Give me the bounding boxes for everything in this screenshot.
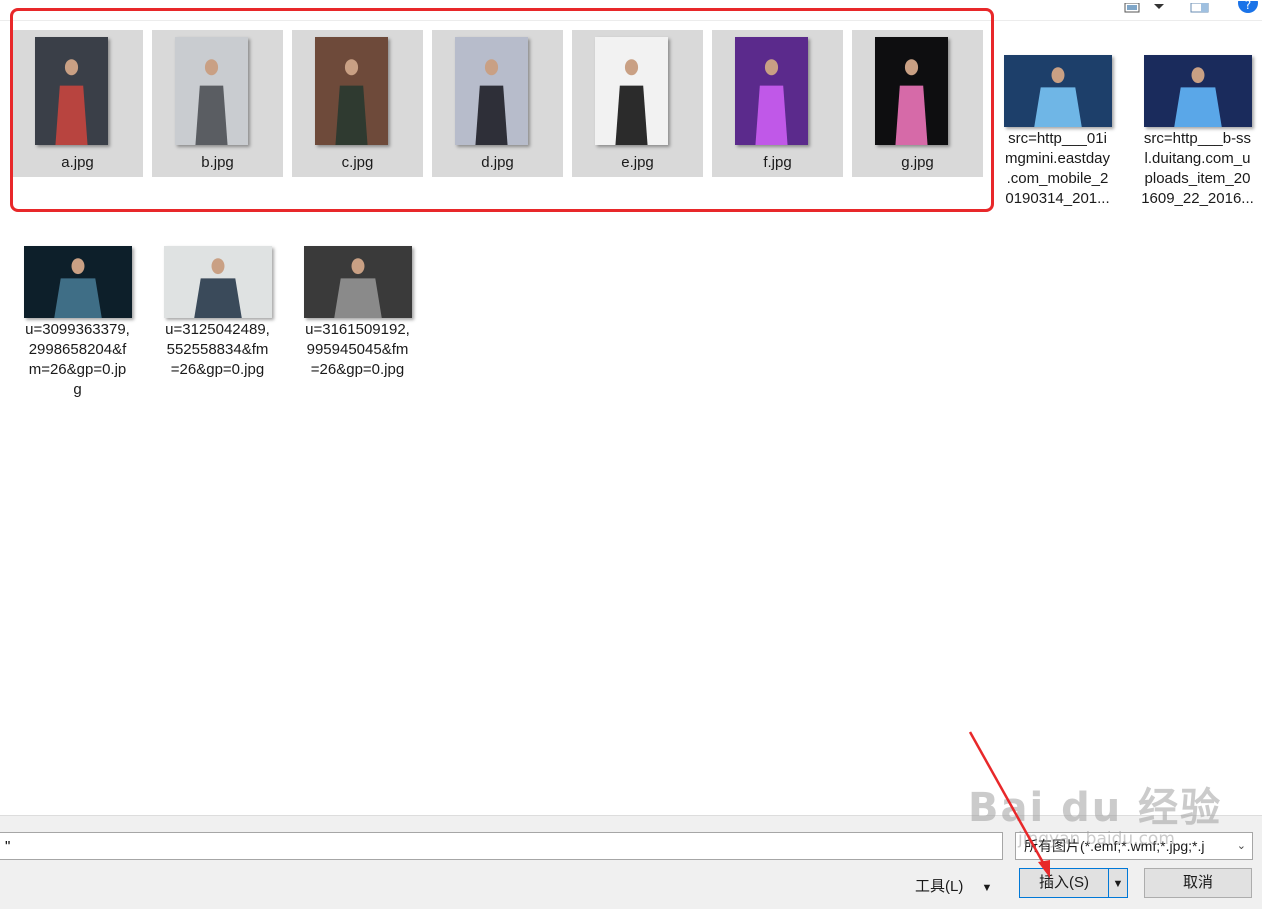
file-item[interactable]: g.jpg	[852, 30, 983, 177]
file-thumbnail	[595, 37, 668, 145]
file-item[interactable]: f.jpg	[712, 30, 843, 177]
view-toolbar: ?	[0, 0, 1262, 21]
file-thumbnail	[735, 37, 808, 145]
file-item[interactable]: src=http___b-ss l.duitang.com_u ploads_i…	[1132, 30, 1262, 207]
watermark: Bai du 经验 jingyan.baidu.com	[968, 775, 1222, 849]
file-name: c.jpg	[341, 154, 374, 171]
file-item[interactable]: u=3099363379, 2998658204&f m=26&gp=0.jp …	[12, 221, 143, 398]
file-thumbnail	[875, 37, 948, 145]
file-thumbnail	[175, 37, 248, 145]
file-thumbnail	[35, 37, 108, 145]
file-item[interactable]: src=http___01i mgmini.eastday .com_mobil…	[992, 30, 1123, 207]
chevron-down-icon: ▼	[1112, 878, 1124, 890]
file-thumbnail	[164, 246, 272, 318]
file-thumbnail	[304, 246, 412, 318]
tools-label: 工具(L)	[915, 878, 964, 895]
file-thumbnail	[24, 246, 132, 318]
file-thumbnail	[315, 37, 388, 145]
file-name: u=3099363379, 2998658204&f m=26&gp=0.jp …	[25, 321, 130, 398]
insert-options-button[interactable]: ▼	[1108, 868, 1128, 898]
file-item[interactable]: b.jpg	[152, 30, 283, 177]
file-item[interactable]: d.jpg	[432, 30, 563, 177]
file-item[interactable]: c.jpg	[292, 30, 423, 177]
file-name: a.jpg	[61, 154, 94, 171]
file-name: d.jpg	[481, 154, 514, 171]
chevron-down-icon[interactable]	[1153, 0, 1165, 17]
file-name: src=http___b-ss l.duitang.com_u ploads_i…	[1141, 130, 1254, 207]
preview-pane-icon[interactable]	[1190, 0, 1210, 17]
insert-button[interactable]: 插入(S)	[1019, 868, 1109, 898]
chevron-down-icon: ▼	[981, 882, 993, 894]
view-mode-icon[interactable]	[1124, 0, 1142, 17]
chevron-down-icon: ⌄	[1236, 840, 1246, 852]
help-icon[interactable]: ?	[1237, 0, 1259, 17]
file-name: u=3125042489, 552558834&fm =26&gp=0.jpg	[165, 321, 270, 378]
file-thumbnail	[455, 37, 528, 145]
file-item[interactable]: u=3125042489, 552558834&fm =26&gp=0.jpg	[152, 221, 283, 378]
file-name: src=http___01i mgmini.eastday .com_mobil…	[1004, 130, 1111, 207]
file-item[interactable]: e.jpg	[572, 30, 703, 177]
file-name: e.jpg	[621, 154, 654, 171]
cancel-button[interactable]: 取消	[1144, 868, 1252, 898]
file-thumbnail	[1004, 55, 1112, 127]
watermark-logo: Bai du 经验	[968, 785, 1223, 831]
file-name: u=3161509192, 995945045&fm =26&gp=0.jpg	[305, 321, 410, 378]
svg-text:?: ?	[1245, 1, 1251, 12]
file-item[interactable]: u=3161509192, 995945045&fm =26&gp=0.jpg	[292, 221, 423, 378]
tools-menu[interactable]: 工具(L) ▼	[915, 874, 992, 900]
file-name: b.jpg	[201, 154, 234, 171]
file-name: g.jpg	[901, 154, 934, 171]
filename-input[interactable]	[0, 832, 1003, 860]
file-thumbnail	[1144, 55, 1252, 127]
file-item[interactable]: a.jpg	[12, 30, 143, 177]
file-name: f.jpg	[763, 154, 792, 171]
